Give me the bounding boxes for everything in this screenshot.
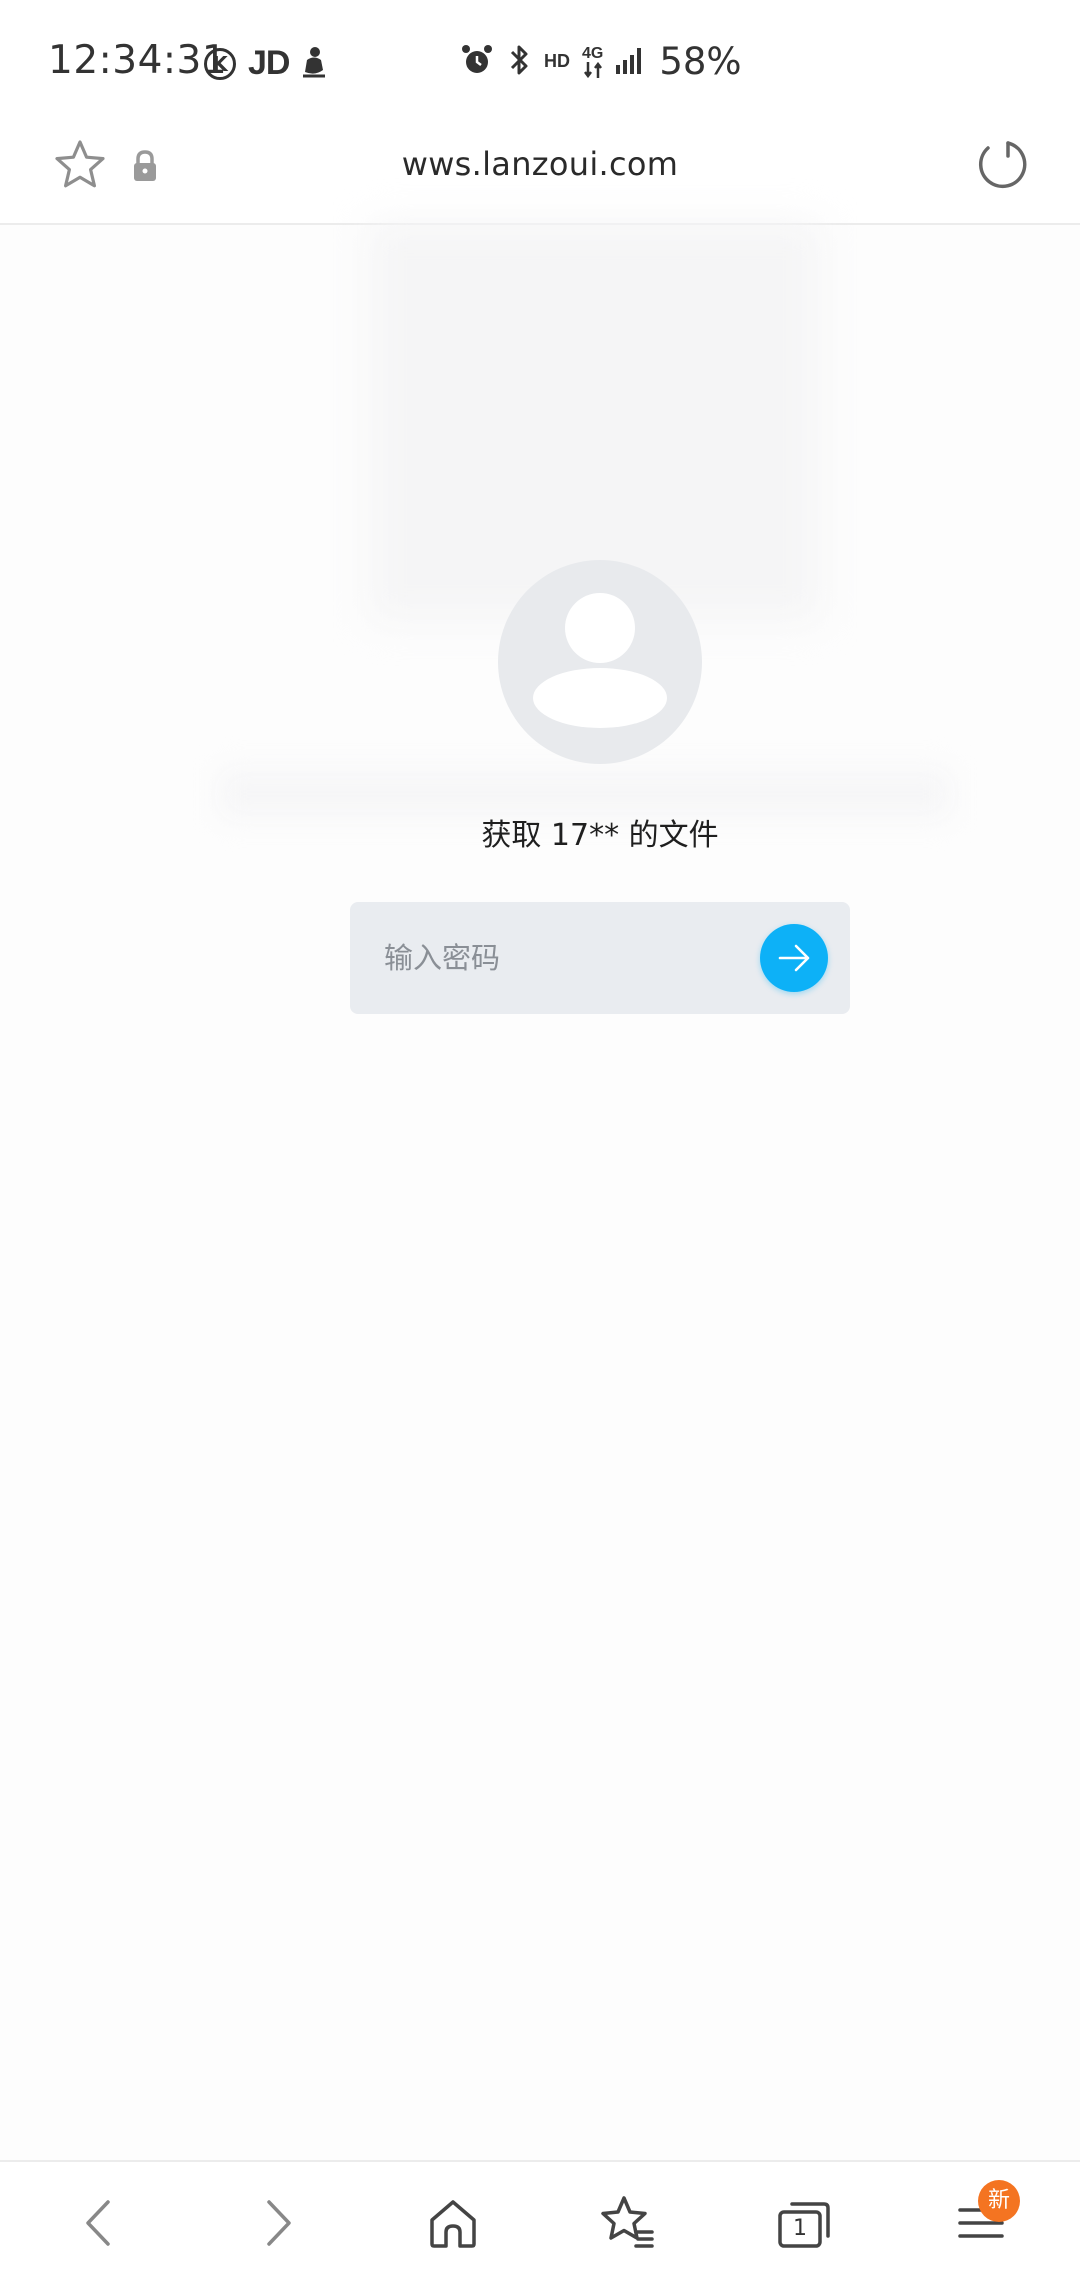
address-bar: wws.lanzoui.com: [0, 125, 1080, 225]
notification-figure-icon: [301, 46, 327, 82]
url-display[interactable]: wws.lanzoui.com: [0, 145, 1080, 183]
new-badge: 新: [978, 2180, 1020, 2222]
browser-screen: 12:34:31 K JD HD 4G 58% wws.lanzoui.com …: [0, 0, 1080, 2280]
tabs-icon[interactable]: 1: [768, 2188, 838, 2258]
signal-icon: [615, 45, 645, 79]
status-bar: 12:34:31 K JD HD 4G 58%: [0, 0, 1080, 125]
jd-logo: JD: [248, 44, 290, 82]
password-box: [350, 902, 850, 1014]
bookmarks-icon[interactable]: [592, 2188, 662, 2258]
arrow-right-icon: [778, 944, 810, 972]
reload-icon[interactable]: [972, 136, 1030, 194]
forward-icon[interactable]: [243, 2188, 313, 2258]
submit-button[interactable]: [760, 924, 828, 992]
alarm-icon: [460, 43, 494, 81]
status-left-icons: K JD: [204, 44, 327, 83]
k-circle-icon: K: [204, 47, 236, 80]
back-icon[interactable]: [64, 2188, 134, 2258]
status-time: 12:34:31: [48, 38, 228, 83]
status-right-icons: HD 4G 58%: [460, 40, 742, 83]
hd-label: HD: [544, 51, 570, 71]
bluetooth-icon: [506, 43, 532, 81]
home-icon[interactable]: [418, 2188, 488, 2258]
file-owner-label: 获取 17** 的文件: [481, 818, 719, 853]
tabs-count: 1: [793, 2216, 807, 2241]
password-input[interactable]: [384, 928, 744, 988]
avatar-head: [565, 593, 635, 663]
bottom-toolbar: 1: [0, 2160, 1080, 2280]
network-4g-icon: 4G: [582, 45, 603, 78]
battery-percent: 58%: [659, 40, 742, 83]
avatar: [498, 560, 702, 764]
avatar-body: [533, 668, 667, 728]
